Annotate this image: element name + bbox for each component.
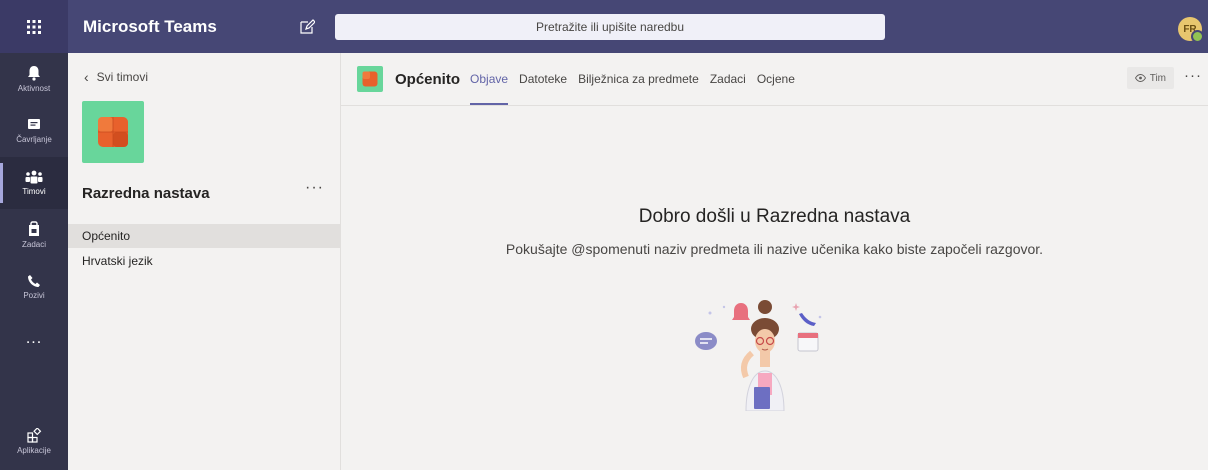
welcome-illustration bbox=[695, 300, 822, 411]
chat-bubble-icon bbox=[695, 332, 717, 350]
rail-label: Aplikacije bbox=[17, 445, 51, 455]
app-launcher-button[interactable] bbox=[0, 0, 68, 53]
back-label: Svi timovi bbox=[96, 70, 149, 84]
assignments-icon bbox=[29, 221, 39, 236]
rail-label: Zadaci bbox=[21, 240, 46, 249]
bell-icon bbox=[28, 66, 40, 81]
welcome-subtitle: Pokušajte @spomenuti naziv predmeta ili … bbox=[505, 241, 1044, 257]
search-input[interactable]: Pretražite ili upišite naredbu bbox=[335, 13, 885, 40]
eye-icon bbox=[1134, 74, 1146, 82]
rail-item-activity[interactable]: Aktivnost bbox=[0, 53, 68, 105]
app-title: Microsoft Teams bbox=[83, 16, 217, 36]
top-bar: Microsoft Teams Pretražite ili upišite n… bbox=[0, 0, 1208, 53]
chat-icon bbox=[28, 119, 40, 129]
team-logo-icon bbox=[98, 117, 128, 147]
phone-icon bbox=[28, 275, 40, 287]
chevron-left-icon: ‹ bbox=[84, 69, 89, 85]
team-info-button[interactable]: Tim bbox=[1126, 67, 1174, 89]
team-logo-icon bbox=[362, 71, 378, 87]
more-icon: ... bbox=[25, 330, 43, 347]
presence-status bbox=[1191, 30, 1204, 43]
channel-more-button[interactable]: ··· bbox=[1184, 67, 1202, 84]
rail-item-more[interactable]: ... bbox=[0, 313, 68, 365]
rail-label: Pozivi bbox=[23, 291, 45, 300]
tab-datoteke[interactable]: Datoteke bbox=[519, 53, 567, 105]
team-panel: ‹ Svi timovi Razredna nastava ··· Općeni… bbox=[68, 53, 341, 470]
tab-objave[interactable]: Objave bbox=[470, 53, 509, 105]
tab-zadaci[interactable]: Zadaci bbox=[710, 53, 746, 105]
team-info-label: Tim bbox=[1149, 72, 1166, 84]
compose-icon bbox=[300, 18, 315, 34]
channel-name: Općenito bbox=[395, 70, 461, 88]
channel-team-avatar bbox=[357, 66, 383, 92]
channel-item-hrvatski-jezik[interactable]: Hrvatski jezik bbox=[68, 249, 340, 273]
channel-item-opcenito[interactable]: Općenito bbox=[68, 224, 340, 248]
rail-label: Aktivnost bbox=[17, 84, 51, 93]
rail-label: Timovi bbox=[22, 187, 46, 196]
channel-header: Općenito Objave Datoteke Bilježnica za p… bbox=[341, 53, 1208, 106]
all-teams-link[interactable]: ‹ Svi timovi bbox=[84, 69, 148, 85]
new-chat-button[interactable] bbox=[291, 11, 323, 43]
rail-item-assignments[interactable]: Zadaci bbox=[0, 209, 68, 261]
apps-icon bbox=[26, 427, 41, 443]
rail-item-chat[interactable]: Čavrljanje bbox=[0, 105, 68, 157]
tab-ocjene[interactable]: Ocjene bbox=[757, 53, 795, 105]
rail-item-teams[interactable]: Timovi bbox=[0, 157, 68, 209]
team-avatar bbox=[82, 101, 144, 163]
team-name: Razredna nastava bbox=[82, 185, 210, 202]
welcome-title: Dobro došli u Razredna nastava bbox=[638, 206, 911, 227]
phone-icon bbox=[799, 313, 816, 326]
rail-label: Čavrljanje bbox=[16, 135, 52, 144]
channel-view: Općenito Objave Datoteke Bilježnica za p… bbox=[341, 53, 1208, 470]
bell-icon bbox=[732, 303, 750, 320]
tab-biljeznica[interactable]: Bilježnica za predmete bbox=[578, 53, 699, 105]
team-more-button[interactable]: ··· bbox=[305, 179, 324, 197]
waffle-icon bbox=[27, 19, 41, 34]
avatar[interactable]: FR bbox=[1178, 17, 1204, 43]
rail-item-calls[interactable]: Pozivi bbox=[0, 261, 68, 313]
rail-item-apps[interactable]: Aplikacije bbox=[0, 415, 68, 467]
app-bar: Aktivnost Čavrljanje Timovi Zadaci Poziv… bbox=[0, 53, 68, 470]
teams-icon bbox=[25, 170, 43, 184]
channel-tabs: Objave Datoteke Bilježnica za predmete Z… bbox=[470, 53, 806, 105]
